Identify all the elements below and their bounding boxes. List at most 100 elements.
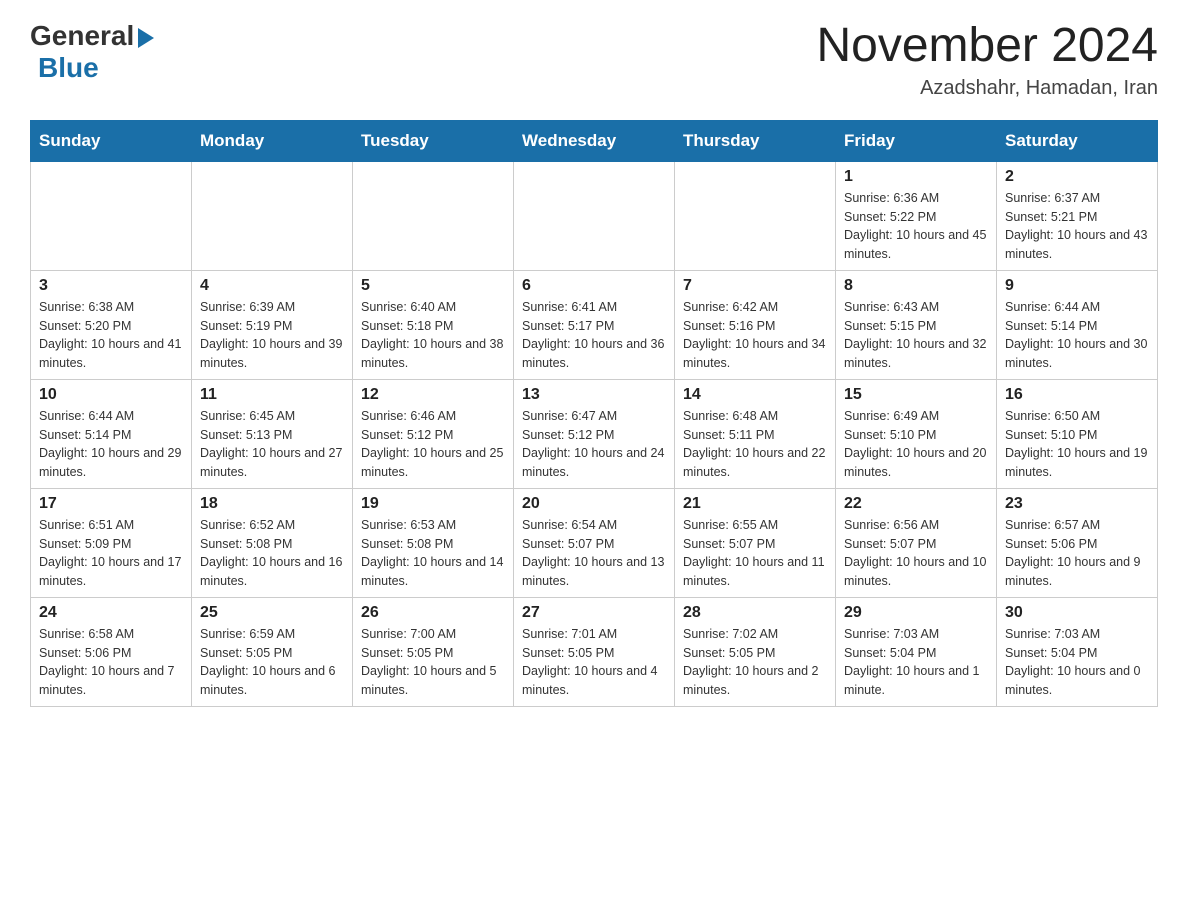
day-info: Sunrise: 6:36 AMSunset: 5:22 PMDaylight:… — [844, 189, 988, 264]
day-info: Sunrise: 6:39 AMSunset: 5:19 PMDaylight:… — [200, 298, 344, 373]
calendar-cell: 28 Sunrise: 7:02 AMSunset: 5:05 PMDayligh… — [675, 597, 836, 706]
day-number: 12 — [361, 386, 505, 404]
day-number: 23 — [1005, 495, 1149, 513]
day-number: 28 — [683, 604, 827, 622]
day-info: Sunrise: 6:53 AMSunset: 5:08 PMDaylight:… — [361, 516, 505, 591]
page-header: General Blue November 2024 Azadshahr, Ha… — [30, 20, 1158, 100]
day-info: Sunrise: 7:03 AMSunset: 5:04 PMDaylight:… — [844, 625, 988, 700]
day-info: Sunrise: 6:41 AMSunset: 5:17 PMDaylight:… — [522, 298, 666, 373]
calendar-cell: 19 Sunrise: 6:53 AMSunset: 5:08 PMDayligh… — [353, 488, 514, 597]
calendar-cell: 3 Sunrise: 6:38 AMSunset: 5:20 PMDaylight… — [31, 270, 192, 379]
day-info: Sunrise: 7:00 AMSunset: 5:05 PMDaylight:… — [361, 625, 505, 700]
calendar-header: SundayMondayTuesdayWednesdayThursdayFrid… — [31, 120, 1158, 161]
day-number: 1 — [844, 168, 988, 186]
day-info: Sunrise: 7:01 AMSunset: 5:05 PMDaylight:… — [522, 625, 666, 700]
day-info: Sunrise: 6:56 AMSunset: 5:07 PMDaylight:… — [844, 516, 988, 591]
day-number: 2 — [1005, 168, 1149, 186]
day-number: 26 — [361, 604, 505, 622]
calendar-cell: 17Sunrise: 6:51 AMSunset: 5:09 PMDayligh… — [31, 488, 192, 597]
calendar-cell: 2Sunrise: 6:37 AMSunset: 5:21 PMDaylight… — [997, 161, 1158, 270]
calendar-cell: 11 Sunrise: 6:45 AMSunset: 5:13 PMDayligh… — [192, 379, 353, 488]
calendar-cell: 14 Sunrise: 6:48 AMSunset: 5:11 PMDayligh… — [675, 379, 836, 488]
calendar-week-3: 17Sunrise: 6:51 AMSunset: 5:09 PMDayligh… — [31, 488, 1158, 597]
day-number: 11 — [200, 386, 344, 404]
day-number: 19 — [361, 495, 505, 513]
day-number: 29 — [844, 604, 988, 622]
calendar-cell: 18 Sunrise: 6:52 AMSunset: 5:08 PMDayligh… — [192, 488, 353, 597]
calendar-week-1: 3 Sunrise: 6:38 AMSunset: 5:20 PMDaylight… — [31, 270, 1158, 379]
calendar-subtitle: Azadshahr, Hamadan, Iran — [816, 77, 1158, 100]
calendar-cell: 15Sunrise: 6:49 AMSunset: 5:10 PMDayligh… — [836, 379, 997, 488]
day-info: Sunrise: 6:54 AMSunset: 5:07 PMDaylight:… — [522, 516, 666, 591]
day-number: 8 — [844, 277, 988, 295]
day-of-week-thursday: Thursday — [675, 120, 836, 161]
logo-general-text: General — [30, 20, 134, 52]
title-block: November 2024 Azadshahr, Hamadan, Iran — [816, 20, 1158, 100]
calendar-cell — [192, 161, 353, 270]
day-info: Sunrise: 6:43 AMSunset: 5:15 PMDaylight:… — [844, 298, 988, 373]
day-info: Sunrise: 7:02 AMSunset: 5:05 PMDaylight:… — [683, 625, 827, 700]
calendar-cell: 26 Sunrise: 7:00 AMSunset: 5:05 PMDayligh… — [353, 597, 514, 706]
calendar-title: November 2024 — [816, 20, 1158, 73]
calendar-body: 1 Sunrise: 6:36 AMSunset: 5:22 PMDaylight… — [31, 161, 1158, 706]
day-number: 20 — [522, 495, 666, 513]
day-info: Sunrise: 6:45 AMSunset: 5:13 PMDaylight:… — [200, 407, 344, 482]
day-info: Sunrise: 6:42 AMSunset: 5:16 PMDaylight:… — [683, 298, 827, 373]
logo: General Blue — [30, 20, 154, 84]
day-info: Sunrise: 6:50 AMSunset: 5:10 PMDaylight:… — [1005, 407, 1149, 482]
day-info: Sunrise: 6:52 AMSunset: 5:08 PMDaylight:… — [200, 516, 344, 591]
day-number: 10 — [39, 386, 183, 404]
day-number: 13 — [522, 386, 666, 404]
calendar-cell: 25Sunrise: 6:59 AMSunset: 5:05 PMDayligh… — [192, 597, 353, 706]
calendar-cell: 10 Sunrise: 6:44 AMSunset: 5:14 PMDayligh… — [31, 379, 192, 488]
day-info: Sunrise: 6:57 AMSunset: 5:06 PMDaylight:… — [1005, 516, 1149, 591]
day-of-week-wednesday: Wednesday — [514, 120, 675, 161]
day-info: Sunrise: 6:44 AMSunset: 5:14 PMDaylight:… — [1005, 298, 1149, 373]
day-info: Sunrise: 6:55 AMSunset: 5:07 PMDaylight:… — [683, 516, 827, 591]
calendar-cell: 12 Sunrise: 6:46 AMSunset: 5:12 PMDayligh… — [353, 379, 514, 488]
day-info: Sunrise: 6:46 AMSunset: 5:12 PMDaylight:… — [361, 407, 505, 482]
calendar-table: SundayMondayTuesdayWednesdayThursdayFrid… — [30, 120, 1158, 707]
calendar-cell — [31, 161, 192, 270]
day-info: Sunrise: 6:49 AMSunset: 5:10 PMDaylight:… — [844, 407, 988, 482]
day-info: Sunrise: 6:48 AMSunset: 5:11 PMDaylight:… — [683, 407, 827, 482]
day-number: 3 — [39, 277, 183, 295]
day-of-week-sunday: Sunday — [31, 120, 192, 161]
calendar-cell: 16 Sunrise: 6:50 AMSunset: 5:10 PMDayligh… — [997, 379, 1158, 488]
calendar-cell: 9 Sunrise: 6:44 AMSunset: 5:14 PMDaylight… — [997, 270, 1158, 379]
day-info: Sunrise: 6:47 AMSunset: 5:12 PMDaylight:… — [522, 407, 666, 482]
calendar-cell: 22Sunrise: 6:56 AMSunset: 5:07 PMDayligh… — [836, 488, 997, 597]
day-number: 24 — [39, 604, 183, 622]
calendar-cell: 23 Sunrise: 6:57 AMSunset: 5:06 PMDayligh… — [997, 488, 1158, 597]
calendar-cell: 30 Sunrise: 7:03 AMSunset: 5:04 PMDayligh… — [997, 597, 1158, 706]
calendar-cell: 29 Sunrise: 7:03 AMSunset: 5:04 PMDayligh… — [836, 597, 997, 706]
day-info: Sunrise: 7:03 AMSunset: 5:04 PMDaylight:… — [1005, 625, 1149, 700]
calendar-cell: 8 Sunrise: 6:43 AMSunset: 5:15 PMDaylight… — [836, 270, 997, 379]
day-number: 16 — [1005, 386, 1149, 404]
day-number: 6 — [522, 277, 666, 295]
day-of-week-monday: Monday — [192, 120, 353, 161]
calendar-cell: 7Sunrise: 6:42 AMSunset: 5:16 PMDaylight… — [675, 270, 836, 379]
calendar-cell: 24 Sunrise: 6:58 AMSunset: 5:06 PMDayligh… — [31, 597, 192, 706]
day-number: 18 — [200, 495, 344, 513]
calendar-cell: 5 Sunrise: 6:40 AMSunset: 5:18 PMDaylight… — [353, 270, 514, 379]
day-number: 9 — [1005, 277, 1149, 295]
calendar-cell — [353, 161, 514, 270]
day-info: Sunrise: 6:58 AMSunset: 5:06 PMDaylight:… — [39, 625, 183, 700]
calendar-cell: 21Sunrise: 6:55 AMSunset: 5:07 PMDayligh… — [675, 488, 836, 597]
day-of-week-friday: Friday — [836, 120, 997, 161]
day-number: 5 — [361, 277, 505, 295]
day-number: 14 — [683, 386, 827, 404]
logo-blue-text: Blue — [38, 52, 99, 84]
day-info: Sunrise: 6:59 AMSunset: 5:05 PMDaylight:… — [200, 625, 344, 700]
calendar-cell: 1 Sunrise: 6:36 AMSunset: 5:22 PMDaylight… — [836, 161, 997, 270]
calendar-cell: 27 Sunrise: 7:01 AMSunset: 5:05 PMDayligh… — [514, 597, 675, 706]
calendar-cell: 20 Sunrise: 6:54 AMSunset: 5:07 PMDayligh… — [514, 488, 675, 597]
day-number: 30 — [1005, 604, 1149, 622]
day-info: Sunrise: 6:40 AMSunset: 5:18 PMDaylight:… — [361, 298, 505, 373]
day-info: Sunrise: 6:38 AMSunset: 5:20 PMDaylight:… — [39, 298, 183, 373]
day-number: 27 — [522, 604, 666, 622]
day-info: Sunrise: 6:51 AMSunset: 5:09 PMDaylight:… — [39, 516, 183, 591]
calendar-week-2: 10 Sunrise: 6:44 AMSunset: 5:14 PMDayligh… — [31, 379, 1158, 488]
day-info: Sunrise: 6:44 AMSunset: 5:14 PMDaylight:… — [39, 407, 183, 482]
